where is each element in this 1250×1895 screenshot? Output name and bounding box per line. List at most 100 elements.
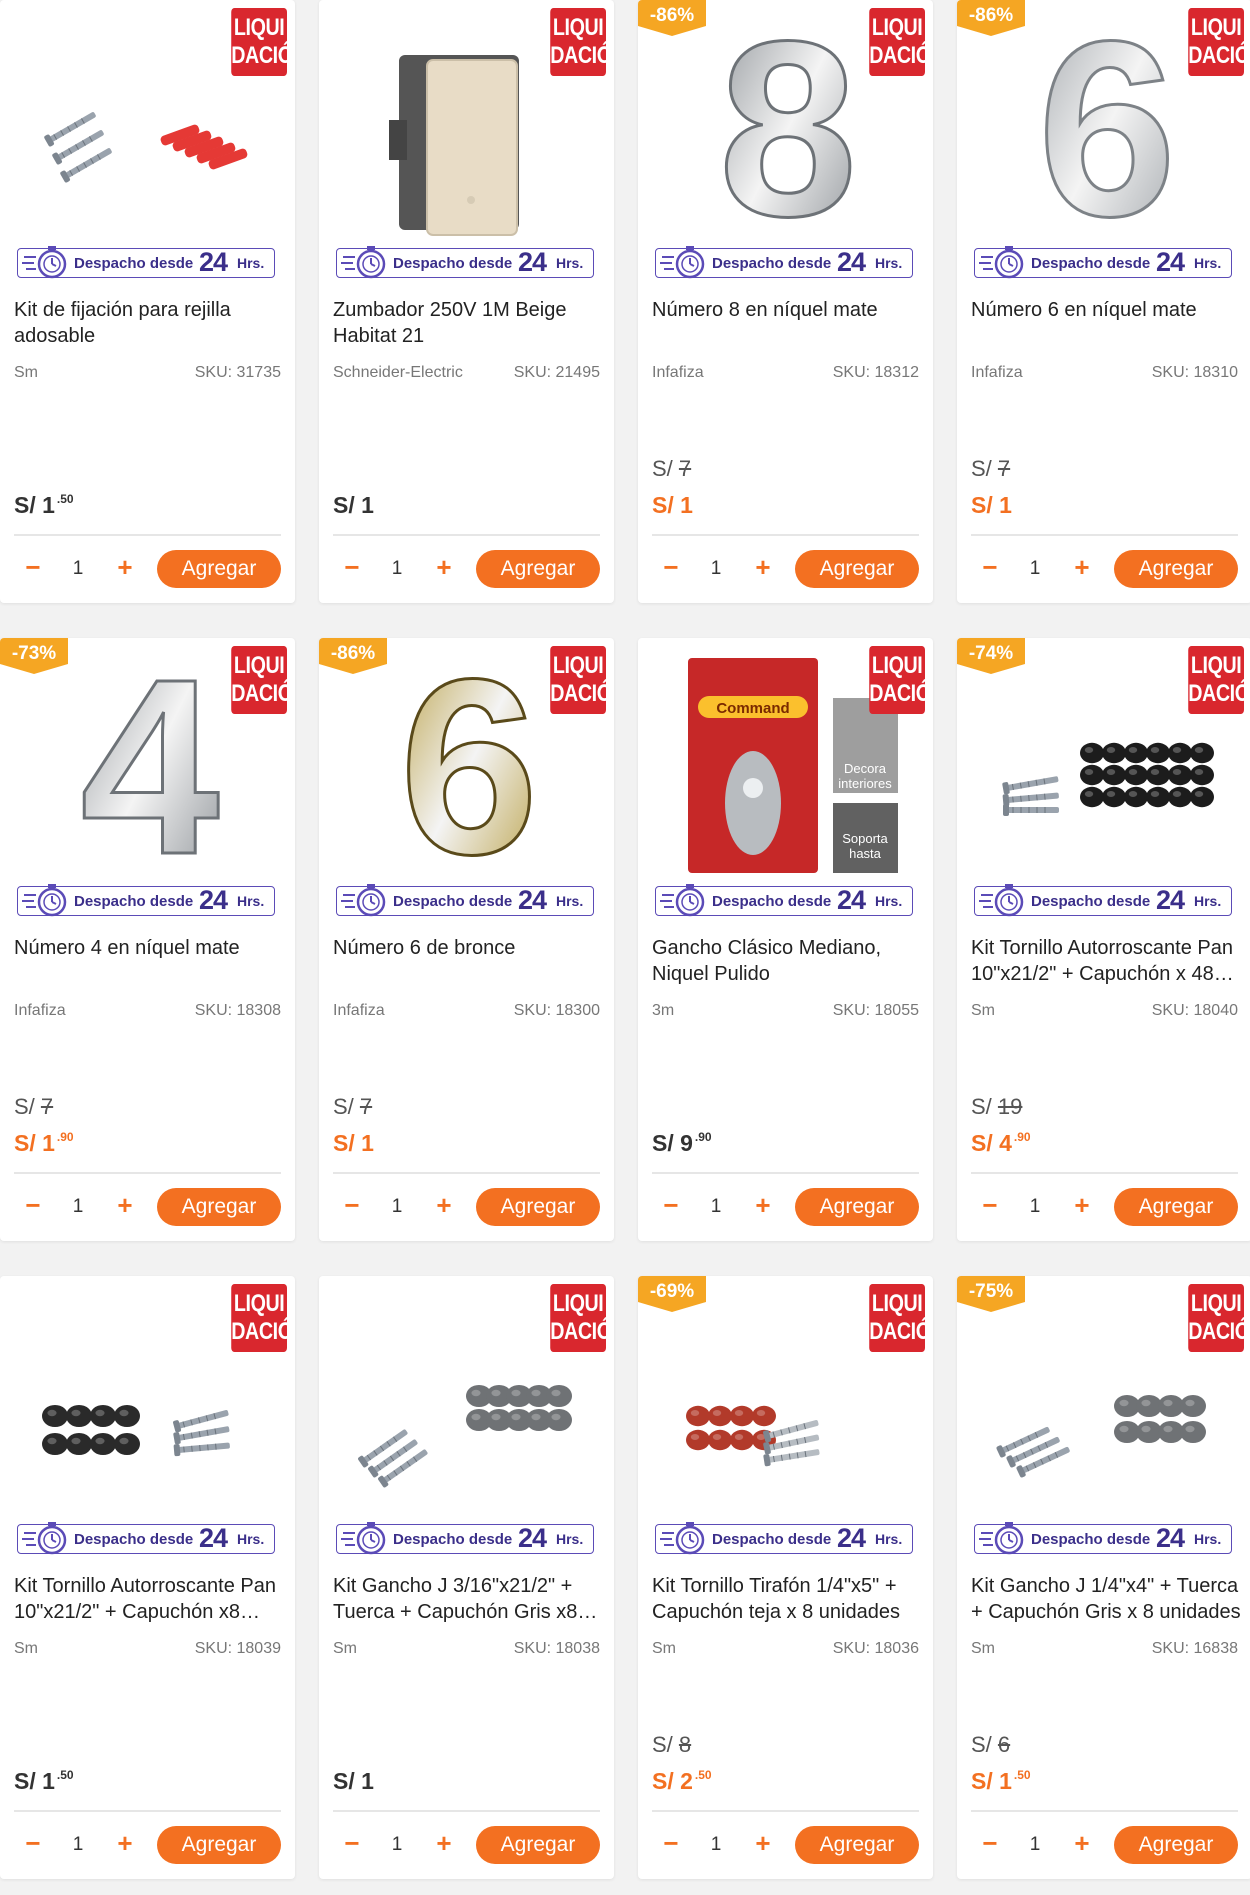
quantity-value[interactable]: 1 [1023, 558, 1047, 580]
quantity-value[interactable]: 1 [385, 1834, 409, 1856]
quantity-value[interactable]: 1 [704, 1834, 728, 1856]
decrease-quantity-button[interactable]: − [979, 552, 1001, 582]
product-name[interactable]: Kit Gancho J 3/16"x21/2" + Tuerca + Capu… [333, 1573, 603, 1625]
add-to-cart-button[interactable]: Agregar [157, 1826, 281, 1864]
product-name[interactable]: Número 6 de bronce [333, 935, 603, 961]
increase-quantity-button[interactable]: + [113, 552, 137, 582]
increase-quantity-button[interactable]: + [751, 1190, 775, 1220]
old-price: S/ 7 [333, 1094, 373, 1119]
liquidacion-line2: DACIÓN [550, 1318, 614, 1345]
decrease-quantity-button[interactable]: − [22, 1190, 44, 1220]
shipping-prefix: Despacho desde [74, 255, 194, 272]
shipping-unit: Hrs. [875, 1531, 903, 1547]
quantity-value[interactable]: 1 [66, 1834, 90, 1856]
liquidacion-line1: LIQUI [233, 1290, 285, 1317]
product-card[interactable]: LIQUIDACIÓN Despacho desde 24 Hrs. Kit Torni… [0, 1276, 295, 1879]
add-to-cart-button[interactable]: Agregar [476, 1826, 600, 1864]
price: S/ 1 [333, 1130, 376, 1157]
add-to-cart-button[interactable]: Agregar [1114, 1826, 1238, 1864]
product-name[interactable]: Kit de fijación para rejilla adosable [14, 297, 284, 349]
product-card[interactable]: -75% LIQUIDACIÓN Despacho desde 24 Hrs. Kit G… [957, 1276, 1250, 1879]
product-sku: SKU: 18039 [194, 1640, 281, 1657]
price-main: S/ 1 [14, 1130, 55, 1156]
quantity-value[interactable]: 1 [385, 558, 409, 580]
increase-quantity-button[interactable]: + [432, 552, 456, 582]
increase-quantity-button[interactable]: + [1070, 1828, 1094, 1858]
svg-text:8: 8 [718, 0, 857, 245]
shipping-prefix: Despacho desde [74, 1531, 194, 1548]
decrease-quantity-button[interactable]: − [660, 1190, 682, 1220]
increase-quantity-button[interactable]: + [1070, 1190, 1094, 1220]
add-to-cart-button[interactable]: Agregar [1114, 1188, 1238, 1226]
increase-quantity-button[interactable]: + [113, 1190, 137, 1220]
product-name[interactable]: Kit Tornillo Autorroscante Pan 10"x21/2"… [971, 935, 1241, 987]
quantity-value[interactable]: 1 [1023, 1834, 1047, 1856]
increase-quantity-button[interactable]: + [751, 1828, 775, 1858]
add-to-cart-button[interactable]: Agregar [476, 550, 600, 588]
add-to-cart-button[interactable]: Agregar [795, 550, 919, 588]
increase-quantity-button[interactable]: + [1070, 552, 1094, 582]
price-main: S/ 1 [971, 492, 1012, 518]
decrease-quantity-button[interactable]: − [979, 1828, 1001, 1858]
price: S/ 1 [333, 1768, 376, 1795]
quantity-value[interactable]: 1 [66, 558, 90, 580]
old-price-value: 7 [678, 456, 692, 481]
increase-quantity-button[interactable]: + [751, 552, 775, 582]
product-name[interactable]: Número 8 en níquel mate [652, 297, 922, 323]
liquidacion-line2: DACIÓN [869, 42, 933, 69]
divider [652, 1172, 919, 1174]
product-card[interactable]: LIQUIDACIÓN Despacho desde 24 Hrs. Kit Ganch… [319, 1276, 614, 1879]
product-card[interactable]: 8 -86% LIQUIDACIÓN Despacho desde 24 Hrs. Núme… [638, 0, 933, 603]
product-name[interactable]: Kit Tornillo Tirafón 1/4"x5" + Capuchón … [652, 1573, 922, 1625]
product-card[interactable]: 6 -86% LIQUIDACIÓN Despacho desde 24 Hrs. Núme… [319, 638, 614, 1241]
product-card[interactable]: 6 -86% LIQUIDACIÓN Despacho desde 24 Hrs. Núme… [957, 0, 1250, 603]
product-name[interactable]: Kit Gancho J 1/4"x4" + Tuerca + Capuchón… [971, 1573, 1241, 1625]
quantity-value[interactable]: 1 [385, 1196, 409, 1218]
product-card[interactable]: -69% LIQUIDACIÓN Despacho desde 24 Hrs. Kit T… [638, 1276, 933, 1879]
divider [971, 534, 1238, 536]
add-to-cart-button[interactable]: Agregar [795, 1188, 919, 1226]
decrease-quantity-button[interactable]: − [660, 552, 682, 582]
increase-quantity-button[interactable]: + [432, 1190, 456, 1220]
old-price-value: 7 [359, 1094, 373, 1119]
product-card[interactable]: 4 -73% LIQUIDACIÓN Despacho desde 24 Hrs. Núme… [0, 638, 295, 1241]
quantity-value[interactable]: 1 [66, 1196, 90, 1218]
product-card[interactable]: Command Decora interiores Soporta hasta LIQUI… [638, 638, 933, 1241]
price-main: S/ 1 [971, 1768, 1012, 1794]
product-name[interactable]: Número 6 en níquel mate [971, 297, 1241, 323]
shipping-prefix: Despacho desde [1031, 893, 1151, 910]
product-name[interactable]: Número 4 en níquel mate [14, 935, 284, 961]
quantity-value[interactable]: 1 [704, 558, 728, 580]
decrease-quantity-button[interactable]: − [979, 1190, 1001, 1220]
shipping-unit: Hrs. [556, 255, 584, 271]
add-to-cart-button[interactable]: Agregar [476, 1188, 600, 1226]
quantity-value[interactable]: 1 [704, 1196, 728, 1218]
decrease-quantity-button[interactable]: − [341, 1190, 363, 1220]
increase-quantity-button[interactable]: + [113, 1828, 137, 1858]
add-to-cart-button[interactable]: Agregar [1114, 550, 1238, 588]
product-name[interactable]: Kit Tornillo Autorroscante Pan 10"x21/2"… [14, 1573, 284, 1625]
old-price-value: 7 [997, 456, 1011, 481]
old-price-value: 7 [40, 1094, 54, 1119]
decrease-quantity-button[interactable]: − [660, 1828, 682, 1858]
decrease-quantity-button[interactable]: − [341, 552, 363, 582]
product-card[interactable]: LIQUIDACIÓN Despacho desde 24 Hrs. Kit de fi… [0, 0, 295, 603]
product-card[interactable]: LIQUIDACIÓN Despacho desde 24 Hrs. Zumbador … [319, 0, 614, 603]
decrease-quantity-button[interactable]: − [22, 1828, 44, 1858]
increase-quantity-button[interactable]: + [432, 1828, 456, 1858]
divider [333, 534, 600, 536]
add-to-cart-button[interactable]: Agregar [795, 1826, 919, 1864]
quantity-value[interactable]: 1 [1023, 1196, 1047, 1218]
product-name[interactable]: Gancho Clásico Mediano, Niquel Pulido [652, 935, 922, 987]
price: S/ 2.50 [652, 1768, 712, 1795]
product-card[interactable]: -74% LIQUIDACIÓN Despacho desde 24 Hrs. Kit T… [957, 638, 1250, 1241]
shipping-unit: Hrs. [1194, 255, 1222, 271]
add-to-cart-button[interactable]: Agregar [157, 1188, 281, 1226]
discount-badge: -73% [0, 638, 68, 676]
shipping-badge: Despacho desde 24 Hrs. [655, 246, 913, 279]
decrease-quantity-button[interactable]: − [341, 1828, 363, 1858]
add-to-cart-button[interactable]: Agregar [157, 550, 281, 588]
liquidacion-line2: DACIÓN [550, 680, 614, 707]
decrease-quantity-button[interactable]: − [22, 552, 44, 582]
product-name[interactable]: Zumbador 250V 1M Beige Habitat 21 [333, 297, 603, 349]
